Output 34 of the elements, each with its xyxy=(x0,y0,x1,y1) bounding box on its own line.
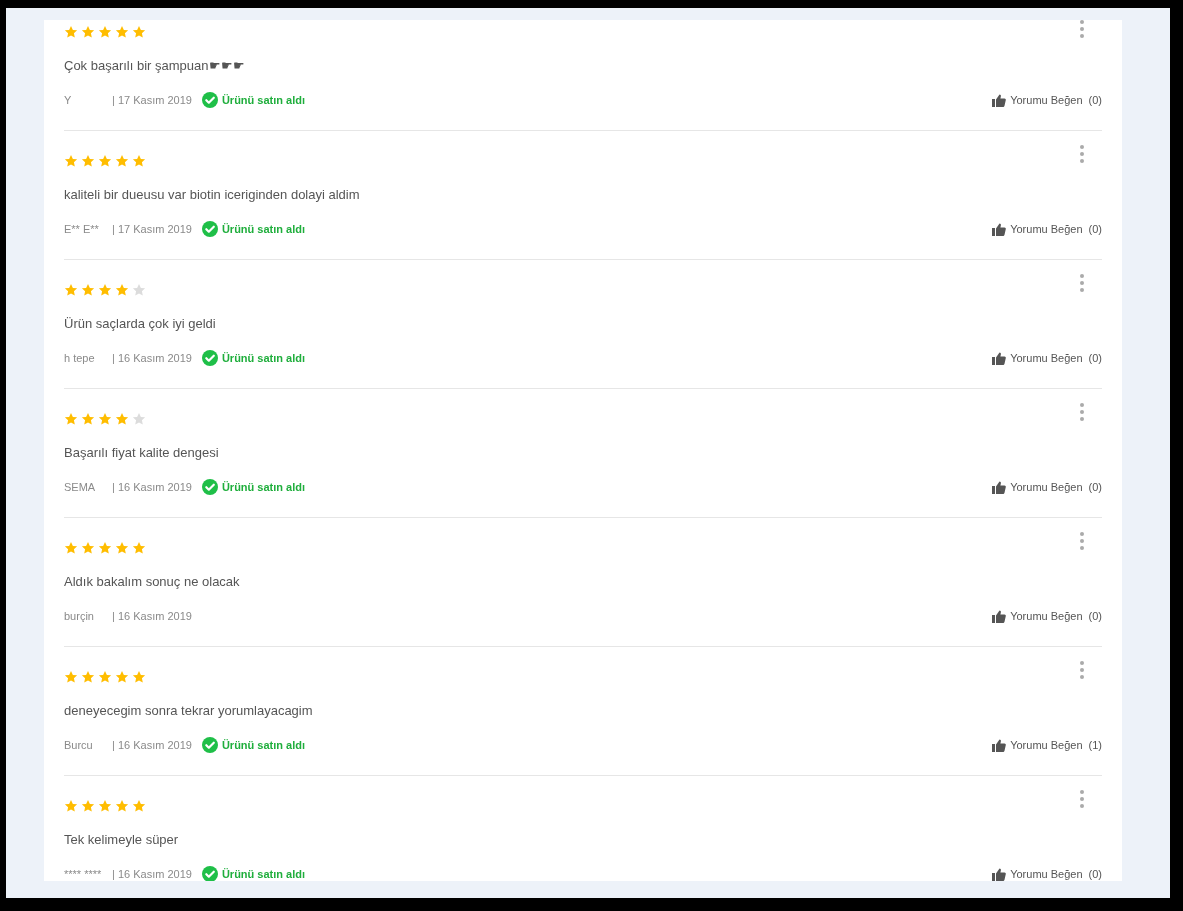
author-name: **** **** xyxy=(64,868,103,880)
purchased-label: Ürünü satın aldı xyxy=(221,352,306,364)
review-text: kaliteli bir dueusu var biotin iceriginden dolayi aldim xyxy=(64,187,360,203)
review-date: | 16 Kasım 2019 xyxy=(112,481,192,493)
like-review-button[interactable]: Yorumu Beğen (0) xyxy=(992,93,1102,107)
author-name: burçin xyxy=(64,610,95,622)
like-review-button[interactable]: Yorumu Beğen (1) xyxy=(992,738,1102,752)
review-date: | 17 Kasım 2019 xyxy=(112,94,192,106)
purchased-label: Ürünü satın aldı xyxy=(221,223,306,235)
author-name: Burcu xyxy=(64,739,94,751)
like-review-button[interactable]: Yorumu Beğen (0) xyxy=(992,351,1102,365)
like-review-button[interactable]: Yorumu Beğen (0) xyxy=(992,480,1102,494)
purchased-label: Ürünü satın aldı xyxy=(221,868,306,880)
review-text: Tek kelimeyle süper xyxy=(64,832,179,848)
author-name: SEMA xyxy=(64,481,97,493)
purchased-label: Ürünü satın aldı xyxy=(221,94,306,106)
author-name: h tepe xyxy=(64,352,96,364)
review-text: Aldık bakalım sonuç ne olacak xyxy=(64,574,240,590)
like-review-button[interactable]: Yorumu Beğen (0) xyxy=(992,867,1102,881)
review-date: | 16 Kasım 2019 xyxy=(112,352,192,364)
review-text: deneyecegim sonra tekrar yorumlayacagim xyxy=(64,703,313,719)
author-name: Y xyxy=(64,94,73,106)
review-text: Ürün saçlarda çok iyi geldi xyxy=(64,316,216,332)
review-date: | 16 Kasım 2019 xyxy=(112,868,192,880)
purchased-label: Ürünü satın aldı xyxy=(221,739,306,751)
review-date: | 16 Kasım 2019 xyxy=(112,610,192,622)
like-review-button[interactable]: Yorumu Beğen (0) xyxy=(992,609,1102,623)
like-review-button[interactable]: Yorumu Beğen (0) xyxy=(992,222,1102,236)
review-text: Çok başarılı bir şampuan☛☛☛ xyxy=(64,58,245,74)
purchased-label: Ürünü satın aldı xyxy=(221,481,306,493)
review-date: | 16 Kasım 2019 xyxy=(112,739,192,751)
author-name: E** E** xyxy=(64,223,100,235)
review-date: | 17 Kasım 2019 xyxy=(112,223,192,235)
review-text: Başarılı fiyat kalite dengesi xyxy=(64,445,219,461)
